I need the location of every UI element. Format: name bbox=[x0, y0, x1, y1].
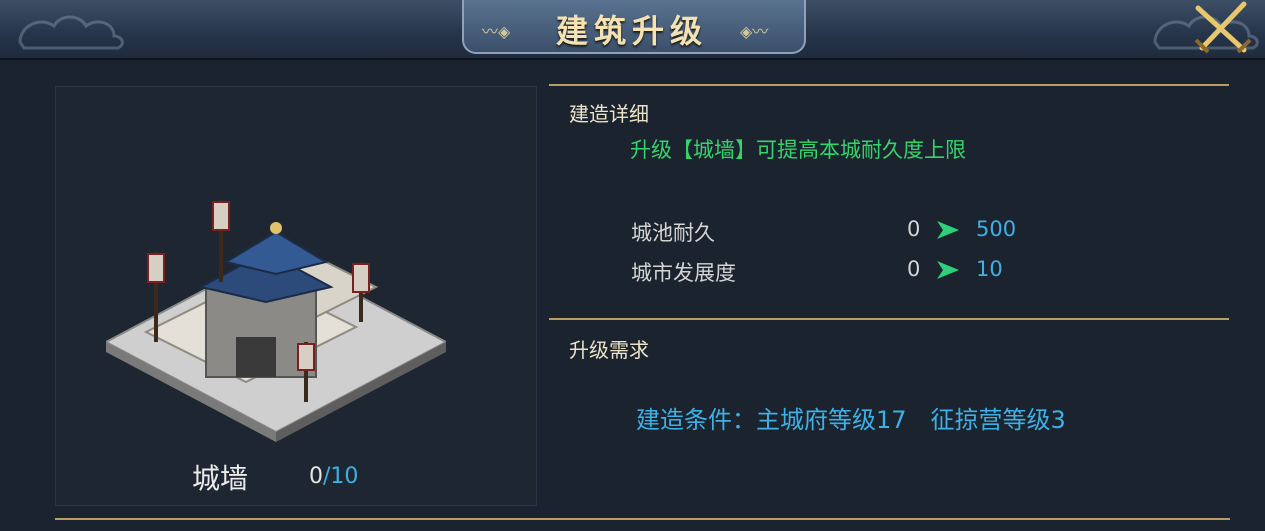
stat-from-development: 0 bbox=[907, 257, 921, 281]
stat-name-durability: 城池耐久 bbox=[631, 221, 715, 245]
green-arrow-icon bbox=[937, 221, 959, 239]
green-arrow-icon bbox=[937, 261, 959, 279]
requirements-section-label: 升级需求 bbox=[569, 338, 649, 362]
stat-name-development: 城市发展度 bbox=[631, 261, 736, 285]
stat-to-development: 10 bbox=[976, 257, 1003, 281]
cloud-ornament-left bbox=[18, 15, 124, 50]
city-wall-building-image bbox=[106, 200, 446, 442]
level-current: 0 bbox=[309, 464, 323, 489]
stat-to-durability: 500 bbox=[976, 217, 1017, 241]
level-max: 10 bbox=[330, 464, 359, 489]
bottom-divider bbox=[55, 518, 1230, 520]
stat-from-durability: 0 bbox=[907, 217, 921, 241]
building-preview-panel: 城墙 0/10 bbox=[55, 86, 537, 506]
details-section-label: 建造详细 bbox=[569, 102, 649, 126]
building-level: 0/10 bbox=[309, 464, 358, 489]
section-divider bbox=[549, 318, 1229, 320]
upgrade-description: 升级【城墙】可提高本城耐久度上限 bbox=[630, 138, 966, 162]
building-name: 城墙 bbox=[192, 462, 249, 495]
requirement-condition: 建造条件：主城府等级17 征掠营等级3 bbox=[636, 406, 1066, 434]
crossed-swords-close-icon bbox=[1194, 1, 1252, 54]
page-title: 建筑升级 bbox=[555, 12, 708, 50]
close-button[interactable] bbox=[1188, 0, 1258, 56]
